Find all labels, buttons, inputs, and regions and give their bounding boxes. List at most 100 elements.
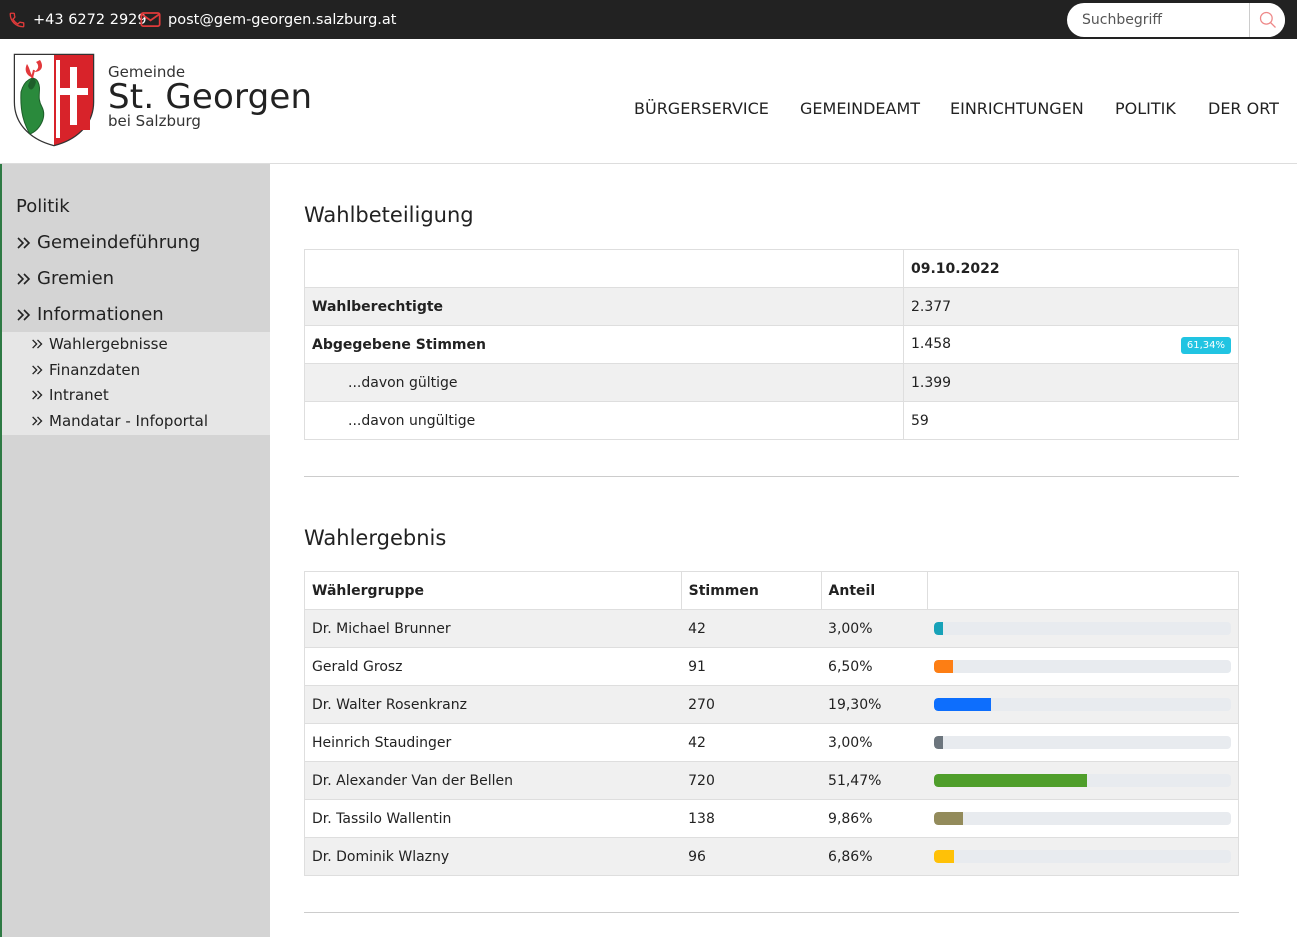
result-table: Wählergruppe Stimmen Anteil Dr. Michael … xyxy=(304,571,1239,876)
sidebar-item-label: Gremien xyxy=(37,268,115,289)
site-header: Gemeinde St. Georgen bei Salzburg BÜRGER… xyxy=(0,39,1297,164)
progress-bar-fill xyxy=(934,698,992,711)
sidebar-subitem-wahlergebnisse[interactable]: Wahlergebnisse xyxy=(31,335,168,353)
candidate-share: 51,47% xyxy=(821,761,927,800)
brand-suffix: bei Salzburg xyxy=(108,112,201,130)
table-row: Dr. Dominik Wlazny 96 6,86% xyxy=(304,837,1239,876)
double-chevron-right-icon xyxy=(32,365,43,375)
table-header-row: 09.10.2022 xyxy=(304,249,1239,288)
table-row: Dr. Walter Rosenkranz 270 19,30% xyxy=(304,685,1239,724)
table-row: Heinrich Staudinger 42 3,00% xyxy=(304,723,1239,762)
table-row: Dr. Tassilo Wallentin 138 9,86% xyxy=(304,799,1239,838)
nav-politik[interactable]: POLITIK xyxy=(1115,99,1176,118)
phone-icon xyxy=(9,12,25,27)
candidate-votes: 96 xyxy=(681,837,822,876)
progress-bar-fill xyxy=(934,622,943,635)
turnout-heading: Wahlbeteiligung xyxy=(304,203,474,227)
sidebar-subitem-label: Intranet xyxy=(49,386,109,404)
sidebar-submenu: Wahlergebnisse Finanzdaten Intranet Mand… xyxy=(2,332,270,435)
table-row: Wahlberechtigte 2.377 xyxy=(304,287,1239,326)
col-header-bar xyxy=(926,571,1239,610)
sidebar-subitem-intranet[interactable]: Intranet xyxy=(31,386,109,404)
nav-gemeindeamt[interactable]: GEMEINDEAMT xyxy=(800,99,920,118)
search-icon xyxy=(1259,11,1276,28)
candidate-votes: 270 xyxy=(681,685,822,724)
phone-number: +43 6272 2929 xyxy=(33,11,147,28)
progress-bar xyxy=(934,774,1231,787)
progress-bar-fill xyxy=(934,774,1087,787)
row-label: Abgegebene Stimmen xyxy=(304,325,904,364)
row-label: ...davon gültige xyxy=(304,363,904,402)
crest-logo[interactable] xyxy=(12,52,96,151)
share-bar-cell xyxy=(927,837,1239,876)
sidebar-item-gremien[interactable]: Gremien xyxy=(16,268,114,289)
sidebar: Politik Gemeindeführung Gremien Informat… xyxy=(0,164,270,937)
candidate-votes: 91 xyxy=(681,647,822,686)
section-divider xyxy=(304,476,1239,477)
sidebar-title[interactable]: Politik xyxy=(16,196,70,217)
candidate-share: 19,30% xyxy=(821,685,927,724)
sidebar-item-gemeindefuehrung[interactable]: Gemeindeführung xyxy=(16,232,200,253)
turnout-table: 09.10.2022 Wahlberechtigte 2.377 Abgegeb… xyxy=(304,249,1239,440)
search-button[interactable] xyxy=(1249,3,1285,37)
progress-bar xyxy=(934,698,1231,711)
progress-bar xyxy=(934,736,1231,749)
candidate-share: 9,86% xyxy=(821,799,927,838)
candidate-share: 6,86% xyxy=(821,837,927,876)
candidate-name: Dr. Dominik Wlazny xyxy=(304,837,682,876)
section-divider xyxy=(304,912,1239,913)
row-label: ...davon ungültige xyxy=(304,401,904,440)
nav-der-ort[interactable]: DER ORT xyxy=(1208,99,1279,118)
candidate-name: Dr. Walter Rosenkranz xyxy=(304,685,682,724)
sidebar-subitem-finanzdaten[interactable]: Finanzdaten xyxy=(31,361,140,379)
row-value: 59 xyxy=(903,401,1239,440)
table-row: Abgegebene Stimmen 1.458 61,34% xyxy=(304,325,1239,364)
email-contact[interactable]: post@gem-georgen.salzburg.at xyxy=(140,0,397,39)
double-chevron-right-icon xyxy=(17,236,31,249)
candidate-share: 3,00% xyxy=(821,723,927,762)
table-row: Dr. Alexander Van der Bellen 720 51,47% xyxy=(304,761,1239,800)
election-date: 09.10.2022 xyxy=(903,249,1239,288)
row-value: 2.377 xyxy=(903,287,1239,326)
sidebar-item-label: Gemeindeführung xyxy=(37,232,201,253)
table-header-row: Wählergruppe Stimmen Anteil xyxy=(304,571,1239,610)
sidebar-subitem-mandatar-infoportal[interactable]: Mandatar - Infoportal xyxy=(31,412,208,430)
sidebar-subitem-label: Finanzdaten xyxy=(49,361,141,379)
candidate-votes: 720 xyxy=(681,761,822,800)
row-value: 1.399 xyxy=(903,363,1239,402)
progress-bar xyxy=(934,622,1231,635)
row-value-cell: 1.458 61,34% xyxy=(903,325,1239,364)
search-input[interactable] xyxy=(1067,3,1250,37)
candidate-votes: 42 xyxy=(681,723,822,762)
col-header-votes: Stimmen xyxy=(680,571,822,610)
row-value: 1.458 xyxy=(911,335,952,352)
double-chevron-right-icon xyxy=(32,416,43,426)
candidate-share: 6,50% xyxy=(821,647,927,686)
nav-einrichtungen[interactable]: EINRICHTUNGEN xyxy=(950,99,1084,118)
result-heading: Wahlergebnis xyxy=(304,526,447,550)
double-chevron-right-icon xyxy=(32,390,43,400)
progress-bar xyxy=(934,812,1231,825)
nav-buergerservice[interactable]: BÜRGERSERVICE xyxy=(634,99,769,118)
candidate-name: Dr. Tassilo Wallentin xyxy=(304,799,682,838)
sidebar-item-informationen[interactable]: Informationen xyxy=(16,304,164,325)
result-rows: Dr. Michael Brunner 42 3,00% Gerald Grosz 91… xyxy=(304,609,1239,876)
turnout-percent-badge: 61,34% xyxy=(1180,336,1231,354)
candidate-share: 3,00% xyxy=(821,609,927,648)
phone-contact[interactable]: +43 6272 2929 xyxy=(8,0,147,39)
progress-bar-fill xyxy=(934,812,964,825)
share-bar-cell xyxy=(927,609,1239,648)
col-header-group: Wählergruppe xyxy=(304,571,682,610)
share-bar-cell xyxy=(927,799,1239,838)
candidate-name: Dr. Alexander Van der Bellen xyxy=(304,761,682,800)
table-row: Dr. Michael Brunner 42 3,00% xyxy=(304,609,1239,648)
sidebar-subitem-label: Mandatar - Infoportal xyxy=(49,412,209,430)
double-chevron-right-icon xyxy=(17,308,31,321)
mail-icon xyxy=(140,12,161,27)
brand-name[interactable]: St. Georgen xyxy=(108,77,312,117)
top-bar: +43 6272 2929 post@gem-georgen.salzburg.… xyxy=(0,0,1297,39)
share-bar-cell xyxy=(927,647,1239,686)
col-header-share: Anteil xyxy=(820,571,928,610)
candidate-votes: 138 xyxy=(681,799,822,838)
email-address: post@gem-georgen.salzburg.at xyxy=(168,11,397,28)
